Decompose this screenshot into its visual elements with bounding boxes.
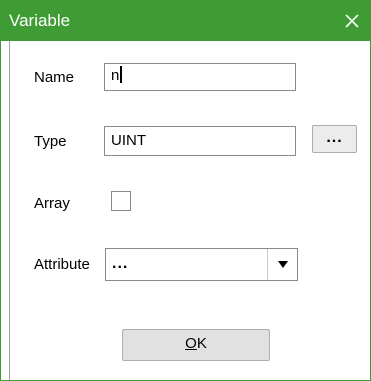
dropdown-arrow-icon	[278, 261, 288, 268]
ok-button-label: K	[196, 335, 207, 352]
type-browse-button[interactable]: ...	[312, 125, 357, 153]
name-input-value: n	[111, 67, 120, 84]
name-input[interactable]: n	[104, 63, 296, 91]
close-button[interactable]	[334, 1, 370, 41]
type-label: Type	[34, 133, 67, 150]
attribute-dropdown[interactable]: ...	[105, 248, 298, 281]
array-label: Array	[34, 195, 70, 212]
attribute-dropdown-value: ...	[112, 255, 129, 272]
title-bar[interactable]: Variable	[1, 1, 370, 41]
text-caret	[120, 66, 123, 83]
name-label: Name	[34, 69, 75, 86]
ok-button[interactable]: OK	[122, 329, 270, 361]
variable-dialog: Variable Name n Type UINT ... Array Attr…	[0, 0, 371, 381]
content-divider	[9, 41, 10, 380]
type-input-value: UINT	[111, 132, 146, 149]
array-checkbox[interactable]	[111, 191, 131, 211]
dialog-content: Name n Type UINT ... Array Attribute ...…	[1, 41, 370, 380]
dialog-title: Variable	[9, 11, 71, 30]
attribute-dropdown-toggle[interactable]	[267, 249, 297, 280]
close-icon	[345, 14, 359, 28]
type-input[interactable]: UINT	[104, 126, 296, 156]
attribute-label: Attribute	[34, 256, 90, 273]
ok-button-mnemonic: O	[185, 335, 197, 352]
